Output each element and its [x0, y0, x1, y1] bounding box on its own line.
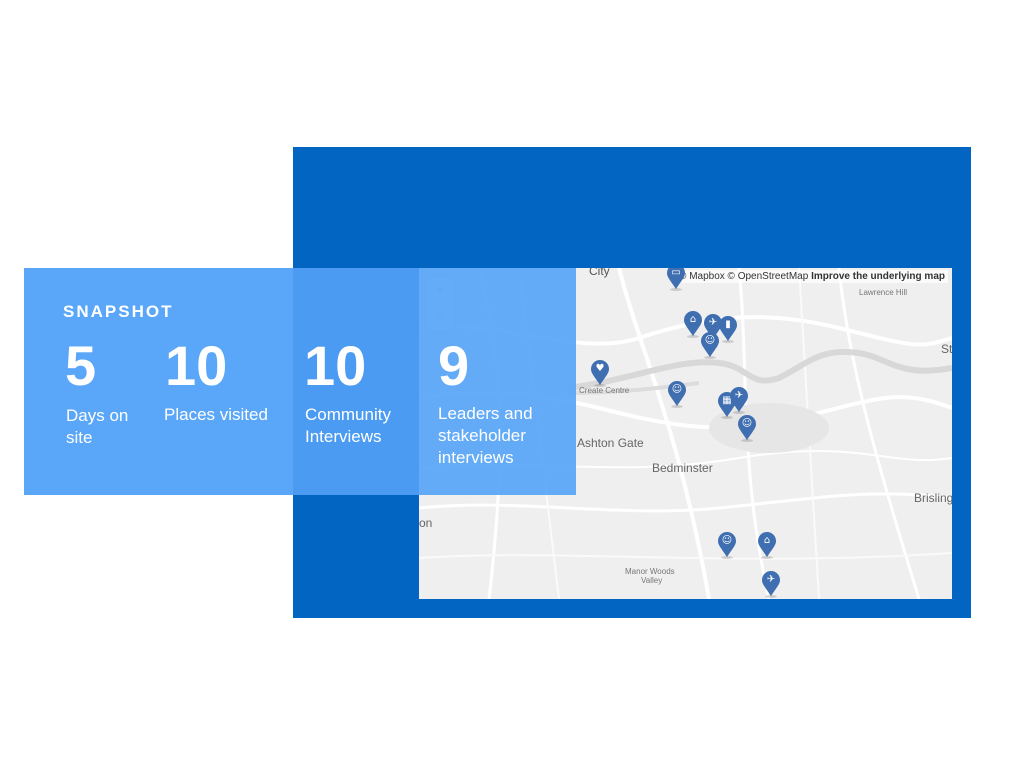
- map-label-valley: Valley: [641, 576, 663, 585]
- map-marker[interactable]: ▭: [666, 268, 686, 291]
- map-label-create-centre: Create Centre: [579, 386, 630, 395]
- map-marker[interactable]: ⌂: [757, 532, 777, 559]
- stat-places-value: 10: [165, 334, 228, 397]
- map-marker[interactable]: ☺: [717, 532, 737, 559]
- museum-icon: ⌂: [689, 314, 697, 325]
- map-label-brislington: Brisling: [914, 491, 952, 505]
- marker-shadow: [671, 405, 683, 408]
- map-marker[interactable]: ✈: [761, 571, 781, 598]
- map-label-bedminster: Bedminster: [652, 461, 713, 475]
- stat-places-label: Places visited: [164, 404, 268, 426]
- marker-shadow: [687, 335, 699, 338]
- people-icon: ☺: [671, 384, 683, 395]
- marker-shadow: [741, 439, 753, 442]
- snapshot-title: SNAPSHOT: [63, 302, 174, 321]
- map-label-lawrence-hill: Lawrence Hill: [859, 288, 908, 297]
- rocket-icon: ✈: [734, 390, 744, 401]
- attribution-text: © Mapbox © OpenStreetMap: [679, 271, 809, 282]
- ticket-icon: ▭: [671, 268, 681, 278]
- slide: + − © Mapbox © OpenStreetMap Improve the…: [0, 0, 1024, 768]
- map-attribution: © Mapbox © OpenStreetMap Improve the und…: [676, 270, 948, 283]
- map-label-city: City: [589, 268, 610, 278]
- map-marker[interactable]: ▮: [718, 316, 738, 343]
- map-marker[interactable]: ☺: [700, 332, 720, 359]
- stat-leaders-label: Leaders and stakeholder interviews: [438, 403, 533, 469]
- map-label-st: St: [941, 342, 952, 356]
- improve-map-link[interactable]: Improve the underlying map: [811, 271, 945, 282]
- stat-leaders-label-line2: stakeholder: [438, 426, 526, 445]
- marker-shadow: [594, 384, 606, 387]
- map-label-on: on: [419, 516, 433, 530]
- marker-shadow: [765, 595, 777, 598]
- map-marker[interactable]: ☺: [737, 415, 757, 442]
- marker-shadow: [733, 411, 745, 414]
- stat-community-value: 10: [304, 334, 367, 397]
- marker-shadow: [704, 356, 716, 359]
- stat-leaders-label-line3: interviews: [438, 448, 514, 467]
- stat-community-label-line1: Community: [305, 405, 391, 424]
- map-marker[interactable]: ♥: [590, 360, 610, 387]
- marker-shadow: [761, 556, 773, 559]
- marker-shadow: [670, 288, 682, 291]
- people-icon: ☺: [704, 335, 716, 346]
- map-marker[interactable]: ☺: [667, 381, 687, 408]
- book-icon: ▮: [725, 319, 731, 330]
- people-icon: ☺: [741, 418, 753, 429]
- rocket-icon: ✈: [766, 574, 776, 585]
- stat-community-label-line2: Interviews: [305, 427, 382, 446]
- map-label-manor-woods: Manor Woods: [625, 567, 675, 576]
- stat-days-label-line1: Days on: [66, 406, 129, 425]
- map-marker[interactable]: ✈: [729, 387, 749, 414]
- stat-community-label: Community Interviews: [305, 404, 391, 448]
- stat-days-label-line2: site: [66, 428, 93, 447]
- marker-shadow: [722, 340, 734, 343]
- stat-places-label-line1: Places visited: [164, 405, 268, 424]
- stat-days-value: 5: [65, 334, 97, 397]
- marker-shadow: [721, 416, 733, 419]
- people-icon: ☺: [721, 535, 733, 546]
- stat-days-label: Days on site: [66, 405, 128, 449]
- map-label-ashton-gate: Ashton Gate: [577, 436, 644, 450]
- stat-leaders-label-line1: Leaders and: [438, 404, 533, 423]
- marker-shadow: [721, 556, 733, 559]
- stat-leaders-value: 9: [438, 334, 470, 397]
- heart-icon: ♥: [595, 363, 605, 374]
- home-icon: ⌂: [763, 535, 771, 546]
